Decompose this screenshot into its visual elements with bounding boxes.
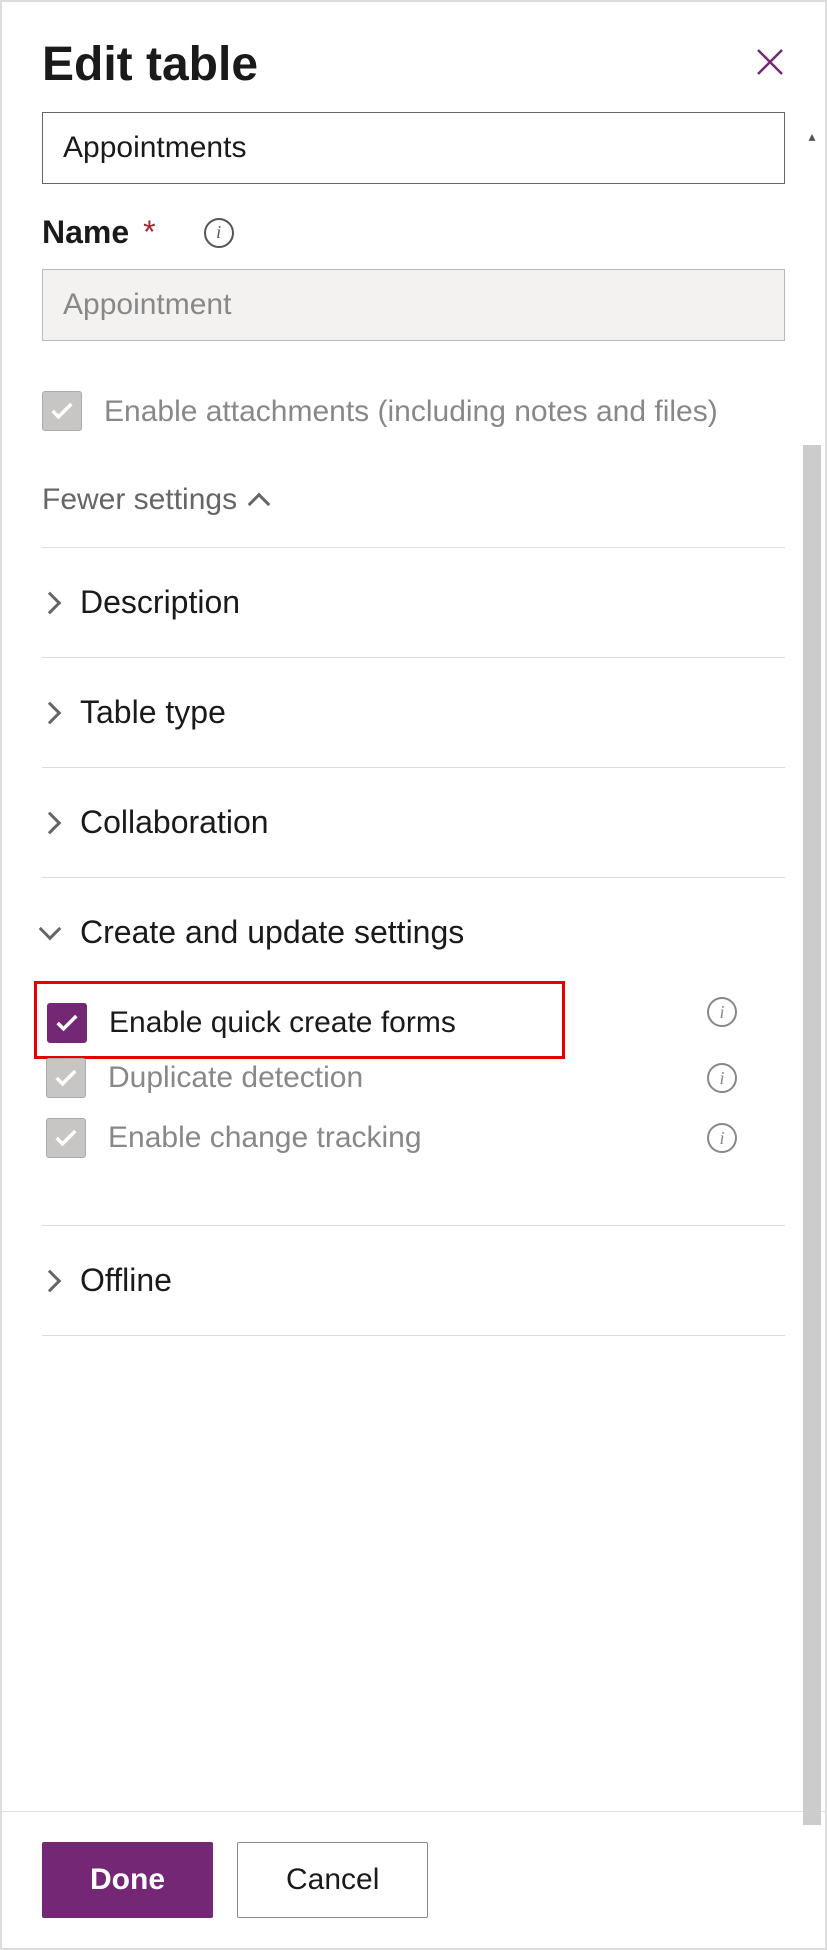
info-icon[interactable]: i [707, 1063, 737, 1093]
close-icon [755, 47, 785, 77]
duplicate-detection-label: Duplicate detection [108, 1057, 363, 1099]
name-label: Name [42, 214, 129, 251]
change-tracking-label: Enable change tracking [108, 1117, 422, 1159]
chevron-right-icon [39, 591, 62, 614]
cancel-button[interactable]: Cancel [237, 1842, 428, 1918]
scrollbar-thumb[interactable] [803, 445, 821, 1825]
section-collaboration[interactable]: Collaboration [42, 804, 785, 841]
change-tracking-checkbox [46, 1118, 86, 1158]
scroll-up-arrow[interactable]: ▴ [803, 127, 821, 145]
info-icon[interactable]: i [707, 1123, 737, 1153]
name-input [42, 269, 785, 341]
check-icon [52, 1064, 80, 1092]
section-create-update-title: Create and update settings [80, 914, 464, 951]
check-icon [52, 1124, 80, 1152]
chevron-right-icon [39, 1269, 62, 1292]
section-table-type[interactable]: Table type [42, 694, 785, 731]
chevron-right-icon [39, 701, 62, 724]
section-description[interactable]: Description [42, 584, 785, 621]
display-name-input[interactable] [42, 112, 785, 184]
info-icon[interactable]: i [707, 997, 737, 1027]
scrollbar[interactable]: ▴ [803, 127, 821, 1857]
check-icon [48, 397, 76, 425]
chevron-down-icon [39, 917, 62, 940]
info-icon[interactable]: i [204, 218, 234, 248]
section-offline-title: Offline [80, 1262, 172, 1299]
duplicate-detection-checkbox [46, 1058, 86, 1098]
section-description-title: Description [80, 584, 240, 621]
chevron-right-icon [39, 811, 62, 834]
panel-title: Edit table [42, 37, 258, 92]
required-indicator: * [143, 214, 155, 251]
section-offline[interactable]: Offline [42, 1262, 785, 1299]
section-create-update[interactable]: Create and update settings [42, 914, 785, 951]
section-collaboration-title: Collaboration [80, 804, 269, 841]
close-button[interactable] [755, 47, 785, 83]
fewer-settings-label: Fewer settings [42, 483, 237, 517]
done-button[interactable]: Done [42, 1842, 213, 1918]
chevron-up-icon [248, 493, 271, 516]
attachments-checkbox [42, 391, 82, 431]
fewer-settings-toggle[interactable]: Fewer settings [42, 483, 785, 517]
attachments-label: Enable attachments (including notes and … [104, 391, 718, 433]
section-table-type-title: Table type [80, 694, 226, 731]
